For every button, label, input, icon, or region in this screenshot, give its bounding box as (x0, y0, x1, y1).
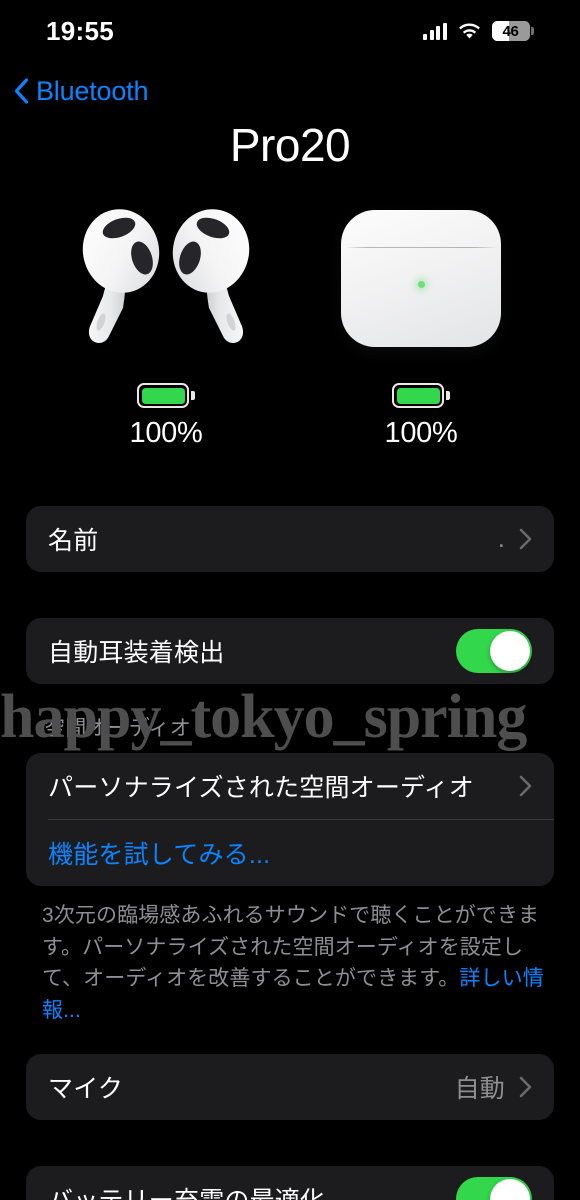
airpods-charging-case-image (341, 210, 501, 347)
battery-optimization-card: バッテリー充電の最適化 (26, 1166, 554, 1200)
microphone-label: マイク (48, 1075, 124, 1103)
earbud-right (172, 208, 250, 343)
spatial-audio-footnote: 3次元の臨場感あふれるサウンドで聴くことができます。パーソナライズされた空間オー… (0, 886, 580, 1026)
ear-detection-card: 自動耳装着検出 (26, 618, 554, 684)
wifi-icon (458, 22, 480, 38)
back-button[interactable]: Bluetooth (14, 76, 148, 107)
personalized-spatial-audio-row[interactable]: パーソナライズされた空間オーディオ (26, 753, 554, 819)
name-row-value: . (497, 524, 505, 553)
page-title: Pro20 (229, 119, 351, 171)
try-feature-row[interactable]: 機能を試してみる... (26, 820, 554, 886)
battery-optimization-toggle[interactable] (456, 1177, 532, 1200)
battery-optimization-row[interactable]: バッテリー充電の最適化 (26, 1166, 554, 1200)
battery-optimization-label: バッテリー充電の最適化 (48, 1181, 456, 1200)
back-button-label: Bluetooth (36, 75, 149, 106)
chevron-right-icon (519, 528, 532, 550)
earbuds-battery-percent: 100% (129, 417, 203, 449)
case-hinge-line (345, 247, 497, 248)
microphone-row[interactable]: マイク 自動 (26, 1054, 554, 1120)
navigation-bar: Bluetooth (0, 62, 580, 120)
battery-icon (392, 383, 450, 408)
chevron-right-icon (519, 1076, 532, 1098)
device-illustrations (0, 186, 580, 371)
case-battery-percent: 100% (384, 417, 458, 449)
earbuds-battery-status: 100% (79, 383, 253, 450)
battery-icon: 46 (491, 21, 534, 41)
chevron-right-icon (519, 775, 532, 797)
personalized-spatial-audio-label: パーソナライズされた空間オーディオ (48, 774, 474, 802)
case-battery-status: 100% (341, 383, 501, 450)
battery-percent-label: 46 (502, 22, 519, 40)
battery-icon (137, 383, 195, 408)
name-row-label: 名前 (48, 527, 99, 555)
chevron-left-icon (14, 78, 29, 104)
ear-detection-label: 自動耳装着検出 (48, 639, 225, 667)
status-bar-time: 19:55 (46, 15, 114, 46)
name-row[interactable]: 名前 . (26, 506, 554, 572)
ear-detection-row[interactable]: 自動耳装着検出 (26, 618, 554, 684)
case-status-led-icon (417, 281, 425, 289)
microphone-value: 自動 (454, 1075, 505, 1103)
microphone-card: マイク 自動 (26, 1054, 554, 1120)
spatial-audio-card: パーソナライズされた空間オーディオ 機能を試してみる... (26, 753, 554, 886)
status-bar: 19:55 46 (0, 0, 580, 62)
status-bar-indicators: 46 (423, 21, 534, 41)
spatial-audio-section-header: 空間オーディオ (44, 717, 191, 740)
cellular-signal-icon (423, 22, 447, 40)
battery-status-row: 100% 100% (0, 383, 580, 450)
try-feature-label: 機能を試してみる... (48, 841, 271, 869)
earbud-left (82, 208, 160, 343)
name-card: 名前 . (26, 506, 554, 572)
ear-detection-toggle[interactable] (456, 629, 532, 673)
airpods-earbuds-image (79, 204, 253, 354)
